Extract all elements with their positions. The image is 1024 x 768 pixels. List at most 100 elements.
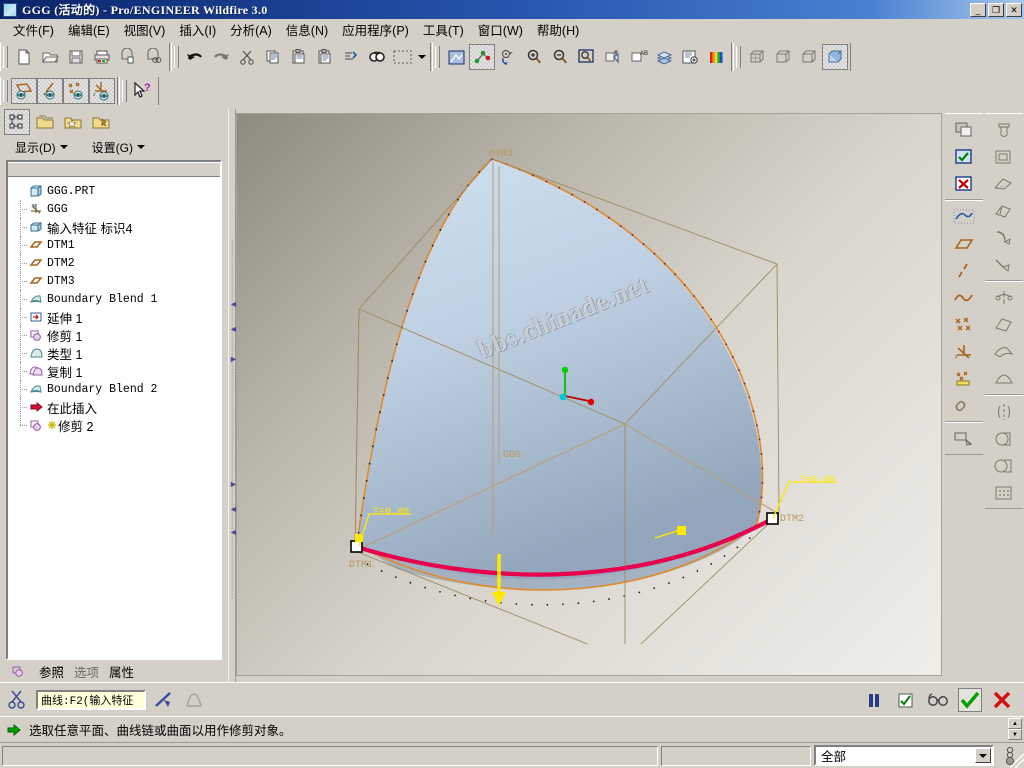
hidden-line-icon[interactable] xyxy=(770,44,796,70)
pause-icon[interactable] xyxy=(862,688,886,712)
paste-icon[interactable] xyxy=(286,44,312,70)
pattern-icon[interactable] xyxy=(989,479,1019,506)
menu-applications[interactable]: 应用程序(P) xyxy=(335,18,416,41)
minimize-button[interactable]: _ xyxy=(970,2,986,17)
paste-special-icon[interactable] xyxy=(312,44,338,70)
tree-row-copy-1[interactable]: 复制 1 xyxy=(12,362,220,380)
message-scroll-buttons[interactable]: ▲ ▼ xyxy=(1008,718,1022,742)
analysis-point-icon[interactable] xyxy=(949,365,979,392)
mirror-icon[interactable] xyxy=(989,398,1019,425)
merge-icon[interactable] xyxy=(989,425,1019,452)
blend-icon[interactable] xyxy=(989,197,1019,224)
spin-center-icon[interactable] xyxy=(469,44,495,70)
new-file-icon[interactable] xyxy=(11,44,37,70)
revolve-icon[interactable] xyxy=(989,143,1019,170)
menu-window[interactable]: 窗口(W) xyxy=(471,18,530,41)
coord-sys-icon[interactable]: z xyxy=(949,338,979,365)
redo-icon[interactable] xyxy=(208,44,234,70)
datum-plane-icon[interactable] xyxy=(949,230,979,257)
sketched-curve-icon[interactable] xyxy=(949,203,979,230)
pane-splitter[interactable]: ◄ ◄ ► ► ◄ ◄ xyxy=(228,109,238,682)
save-icon[interactable] xyxy=(63,44,89,70)
shell-icon[interactable] xyxy=(989,284,1019,311)
tree-row-dtm1[interactable]: DTM1 xyxy=(12,236,220,254)
mail-send-icon[interactable] xyxy=(115,44,141,70)
plane-display-icon[interactable] xyxy=(11,78,37,104)
tree-row-dtm2[interactable]: DTM2 xyxy=(12,254,220,272)
repaint-icon[interactable] xyxy=(443,44,469,70)
display-menu-button[interactable]: 显示(D) xyxy=(6,135,77,159)
settings-menu-button[interactable]: 设置(G) xyxy=(82,135,154,159)
model-tree-icon[interactable] xyxy=(4,109,30,135)
connections-icon[interactable] xyxy=(88,109,114,135)
tree-row-type-1[interactable]: 类型 1 xyxy=(12,344,220,362)
trim-reference-field[interactable]: 曲线:F2(输入特征 xyxy=(36,689,146,710)
selection-box-icon[interactable] xyxy=(390,44,416,70)
selection-filter-combo[interactable]: 全部 xyxy=(814,745,994,766)
tree-row-import-feature[interactable]: 输入特征 标识4 xyxy=(12,218,220,236)
chevron-down-icon[interactable] xyxy=(416,44,428,70)
mail-link-icon[interactable] xyxy=(141,44,167,70)
undo-icon[interactable] xyxy=(182,44,208,70)
tab-properties[interactable]: 属性 xyxy=(109,662,134,681)
cut-icon[interactable] xyxy=(234,44,260,70)
menu-edit[interactable]: 编辑(E) xyxy=(61,18,117,41)
message-scroll-up-button[interactable]: ▲ xyxy=(1008,718,1022,729)
tree-row-boundary-blend-1[interactable]: Boundary Blend 1 xyxy=(12,290,220,308)
refit-icon[interactable] xyxy=(573,44,599,70)
shaded-icon[interactable] xyxy=(822,44,848,70)
enable-checkbox-icon[interactable] xyxy=(949,143,979,170)
regenerate-icon[interactable] xyxy=(338,44,364,70)
tree-row-part[interactable]: GGG.PRT xyxy=(12,182,220,200)
datum-axis-icon[interactable] xyxy=(949,257,979,284)
tree-row-insert-here[interactable]: 在此插入 xyxy=(12,398,220,416)
tree-row-boundary-blend-2[interactable]: Boundary Blend 2 xyxy=(12,380,220,398)
point-display-icon[interactable] xyxy=(63,78,89,104)
no-hidden-icon[interactable] xyxy=(796,44,822,70)
round-icon[interactable] xyxy=(989,224,1019,251)
menu-help[interactable]: 帮助(H) xyxy=(530,18,586,41)
tree-row-trim-1[interactable]: 修剪 1 xyxy=(12,326,220,344)
thin-trim-icon[interactable] xyxy=(182,688,206,712)
menu-file[interactable]: 文件(F) xyxy=(6,18,61,41)
tab-references[interactable]: 参照 xyxy=(39,662,64,681)
curve-icon[interactable] xyxy=(949,284,979,311)
find-icon[interactable] xyxy=(364,44,390,70)
menu-info[interactable]: 信息(N) xyxy=(279,18,335,41)
rib-icon[interactable] xyxy=(989,338,1019,365)
datum-plane-icon[interactable] xyxy=(599,44,625,70)
favorites-icon[interactable] xyxy=(60,109,86,135)
datum-point-icon[interactable] xyxy=(949,311,979,338)
open-folder-icon[interactable] xyxy=(37,44,63,70)
message-scroll-down-button[interactable]: ▼ xyxy=(1008,729,1022,740)
model-tree-list[interactable]: GGG.PRT GGG 输入特征 标识4 DTM1 DTM2 DTM3 Boun… xyxy=(8,177,220,658)
close-button[interactable]: ✕ xyxy=(1006,2,1022,17)
folder-browser-icon[interactable] xyxy=(32,109,58,135)
chain-icon[interactable] xyxy=(949,392,979,419)
trim-icon[interactable] xyxy=(989,452,1019,479)
tree-row-trim-2[interactable]: 修剪 2 xyxy=(12,416,220,434)
color-appearance-icon[interactable] xyxy=(703,44,729,70)
draft-icon[interactable] xyxy=(989,365,1019,392)
menu-analysis[interactable]: 分析(A) xyxy=(223,18,279,41)
cancel-x-icon[interactable] xyxy=(990,688,1014,712)
csys-display-icon[interactable]: z xyxy=(89,78,115,104)
tree-row-extend-1[interactable]: 延伸 1 xyxy=(12,308,220,326)
layer-icon[interactable] xyxy=(651,44,677,70)
zoom-out-icon[interactable] xyxy=(547,44,573,70)
disable-cross-icon[interactable] xyxy=(949,170,979,197)
datum-axis-icon[interactable]: AB xyxy=(625,44,651,70)
style-surface-icon[interactable] xyxy=(949,425,979,452)
snapshot-icon[interactable] xyxy=(677,44,703,70)
window-resize-grip[interactable] xyxy=(1010,754,1024,768)
wireframe-icon[interactable] xyxy=(744,44,770,70)
chevron-down-icon[interactable] xyxy=(975,748,991,763)
ok-check-icon[interactable] xyxy=(958,687,982,712)
copy-icon[interactable] xyxy=(260,44,286,70)
menu-tools[interactable]: 工具(T) xyxy=(416,18,471,41)
menu-view[interactable]: 视图(V) xyxy=(117,18,173,41)
orient-icon[interactable] xyxy=(495,44,521,70)
preview-check-icon[interactable] xyxy=(894,688,918,712)
flip-direction-icon[interactable] xyxy=(152,688,176,712)
restore-button[interactable]: ❐ xyxy=(988,2,1004,17)
